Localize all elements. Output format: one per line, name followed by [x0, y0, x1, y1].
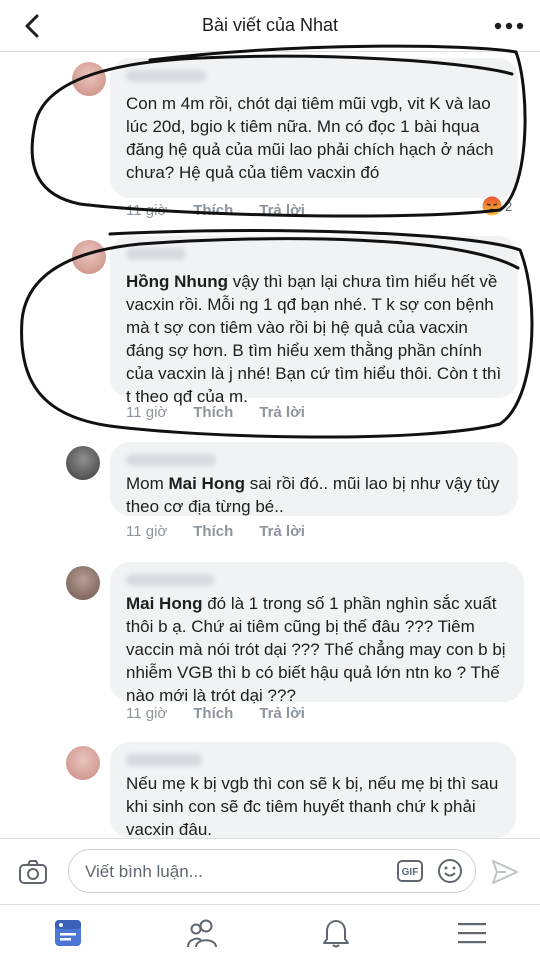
- avatar[interactable]: [66, 446, 100, 480]
- feed-icon: [55, 920, 81, 946]
- emoji-icon: [438, 859, 462, 883]
- notifications-icon: [323, 920, 349, 948]
- comment-input[interactable]: Viết bình luận... GIF: [68, 849, 476, 893]
- friends-icon: [187, 919, 217, 948]
- comment-meta: 11 giờ Thích Trả lời: [126, 202, 305, 219]
- comment-meta: 11 giờ Thích Trả lời: [126, 705, 305, 722]
- reaction-count: 2: [505, 198, 513, 214]
- like-button[interactable]: Thích: [193, 202, 233, 219]
- svg-text:GIF: GIF: [402, 867, 419, 878]
- comment-text: Con m 4m rồi, chót dại tiêm mũi vgb, vit…: [126, 94, 494, 182]
- nav-feed[interactable]: [48, 915, 88, 951]
- mention-link[interactable]: Hồng Nhung: [126, 272, 228, 291]
- avatar[interactable]: [72, 62, 106, 96]
- comment-text: Mai Hong đó là 1 trong số 1 phần nghìn s…: [126, 594, 506, 705]
- comment-placeholder: Viết bình luận...: [85, 862, 203, 881]
- commenter-name-blurred[interactable]: [126, 70, 206, 82]
- mention-link[interactable]: Mai Hong: [169, 474, 246, 493]
- emoji-button[interactable]: [437, 858, 463, 884]
- avatar[interactable]: [66, 566, 100, 600]
- comment-bubble: Con m 4m rồi, chót dại tiêm mũi vgb, vit…: [110, 58, 518, 198]
- commenter-name-blurred[interactable]: [126, 574, 214, 586]
- comment-time: 11 giờ: [126, 523, 168, 540]
- nav-notifications[interactable]: [316, 915, 356, 951]
- avatar[interactable]: [72, 240, 106, 274]
- angry-icon: [482, 196, 502, 216]
- camera-button[interactable]: [18, 859, 48, 885]
- comment-time: 11 giờ: [126, 705, 168, 722]
- like-button[interactable]: Thích: [193, 523, 233, 540]
- chevron-left-icon: [25, 14, 39, 38]
- commenter-name-blurred[interactable]: [126, 248, 186, 260]
- bottom-nav: [0, 904, 540, 960]
- comment-text: Hồng Nhung vậy thì bạn lại chưa tìm hiểu…: [126, 272, 502, 406]
- send-icon: [492, 860, 518, 884]
- reply-button[interactable]: Trả lời: [259, 523, 305, 540]
- nav-menu[interactable]: [452, 915, 492, 951]
- commenter-name-blurred[interactable]: [126, 454, 216, 466]
- reply-button[interactable]: Trả lời: [259, 705, 305, 722]
- comment-bubble: Mom Mai Hong sai rồi đó.. mũi lao bị như…: [110, 442, 518, 516]
- avatar[interactable]: [66, 746, 100, 780]
- comment-bubble: Nếu mẹ k bị vgb thì con sẽ k bị, nếu mẹ …: [110, 742, 516, 839]
- reply-button[interactable]: Trả lời: [259, 202, 305, 219]
- comment-text: Mom Mai Hong sai rồi đó.. mũi lao bị như…: [126, 474, 500, 516]
- send-button[interactable]: [490, 857, 520, 887]
- camera-icon: [19, 860, 47, 884]
- comment-composer: Viết bình luận... GIF: [0, 838, 540, 904]
- more-horizontal-icon: [494, 22, 524, 30]
- comment-bubble: Hồng Nhung vậy thì bạn lại chưa tìm hiểu…: [110, 236, 518, 406]
- like-button[interactable]: Thích: [193, 705, 233, 722]
- back-button[interactable]: [16, 10, 48, 42]
- top-bar: Bài viết của Nhat: [0, 0, 540, 52]
- comment-bubble: Mai Hong đó là 1 trong số 1 phần nghìn s…: [110, 562, 524, 705]
- gif-icon: GIF: [397, 860, 423, 882]
- comment-time: 11 giờ: [126, 202, 168, 219]
- commenter-name-blurred[interactable]: [126, 754, 202, 766]
- reply-button[interactable]: Trả lời: [259, 404, 305, 421]
- reaction-badge[interactable]: 2: [482, 196, 512, 216]
- mention-link[interactable]: Mai Hong: [126, 594, 203, 613]
- page-title: Bài viết của Nhat: [201, 15, 339, 35]
- menu-icon: [458, 923, 486, 944]
- more-options-button[interactable]: [492, 14, 526, 38]
- nav-friends[interactable]: [182, 915, 222, 951]
- comment-text: Nếu mẹ k bị vgb thì con sẽ k bị, nếu mẹ …: [126, 774, 499, 839]
- comment-meta: 11 giờ Thích Trả lời: [126, 404, 305, 421]
- comment-meta: 11 giờ Thích Trả lời: [126, 523, 305, 540]
- like-button[interactable]: Thích: [193, 404, 233, 421]
- comment-time: 11 giờ: [126, 404, 168, 421]
- gif-button[interactable]: GIF: [397, 860, 423, 882]
